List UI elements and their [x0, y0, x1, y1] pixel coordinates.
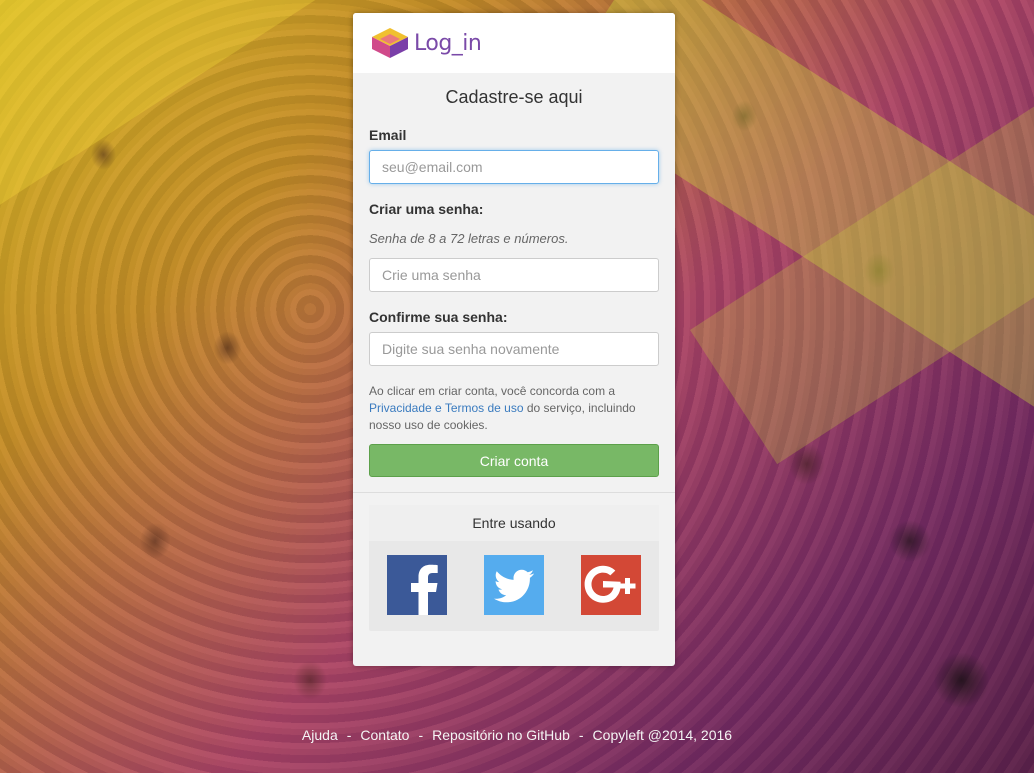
page-title: Cadastre-se aqui — [445, 87, 583, 107]
password-label: Criar uma senha: — [369, 201, 484, 217]
signup-card: Log_in Cadastre-se aqui Email Criar uma … — [353, 13, 675, 666]
card-header: Log_in — [353, 13, 675, 73]
terms-text: Ao clicar em criar conta, você concorda … — [369, 383, 659, 434]
terms-prefix: Ao clicar em criar conta, você concorda … — [369, 384, 616, 398]
confirm-password-label: Confirme sua senha: — [369, 309, 508, 325]
footer-separator: - — [578, 727, 584, 743]
email-label: Email — [369, 127, 407, 143]
contact-link[interactable]: Contato — [360, 727, 409, 743]
password-field[interactable] — [369, 258, 659, 292]
facebook-icon[interactable] — [387, 555, 447, 615]
social-heading: Entre usando — [369, 505, 659, 541]
create-account-button[interactable]: Criar conta — [369, 444, 659, 477]
email-field[interactable] — [369, 150, 659, 184]
twitter-icon[interactable] — [484, 555, 544, 615]
copyleft-text: Copyleft @2014, 2016 — [592, 727, 733, 743]
divider — [353, 492, 675, 493]
google-plus-icon[interactable] — [581, 555, 641, 615]
logo[interactable]: Log_in — [370, 26, 482, 60]
footer-separator: - — [418, 727, 424, 743]
footer-separator: - — [346, 727, 352, 743]
logo-text: Log_in — [414, 30, 482, 56]
logo-cube-icon — [372, 28, 408, 58]
github-repo-link[interactable]: Repositório no GitHub — [432, 727, 570, 743]
terms-link[interactable]: Privacidade e Termos de uso — [369, 401, 524, 415]
social-icons — [369, 541, 659, 615]
password-hint: Senha de 8 a 72 letras e números. — [369, 231, 569, 246]
help-link[interactable]: Ajuda — [302, 727, 338, 743]
footer: Ajuda - Contato - Repositório no GitHub - Copy… — [0, 727, 1034, 743]
signup-form: Email Criar uma senha: Senha de 8 a 72 l… — [353, 127, 675, 477]
social-login-panel: Entre usando — [369, 505, 659, 631]
confirm-password-field[interactable] — [369, 332, 659, 366]
